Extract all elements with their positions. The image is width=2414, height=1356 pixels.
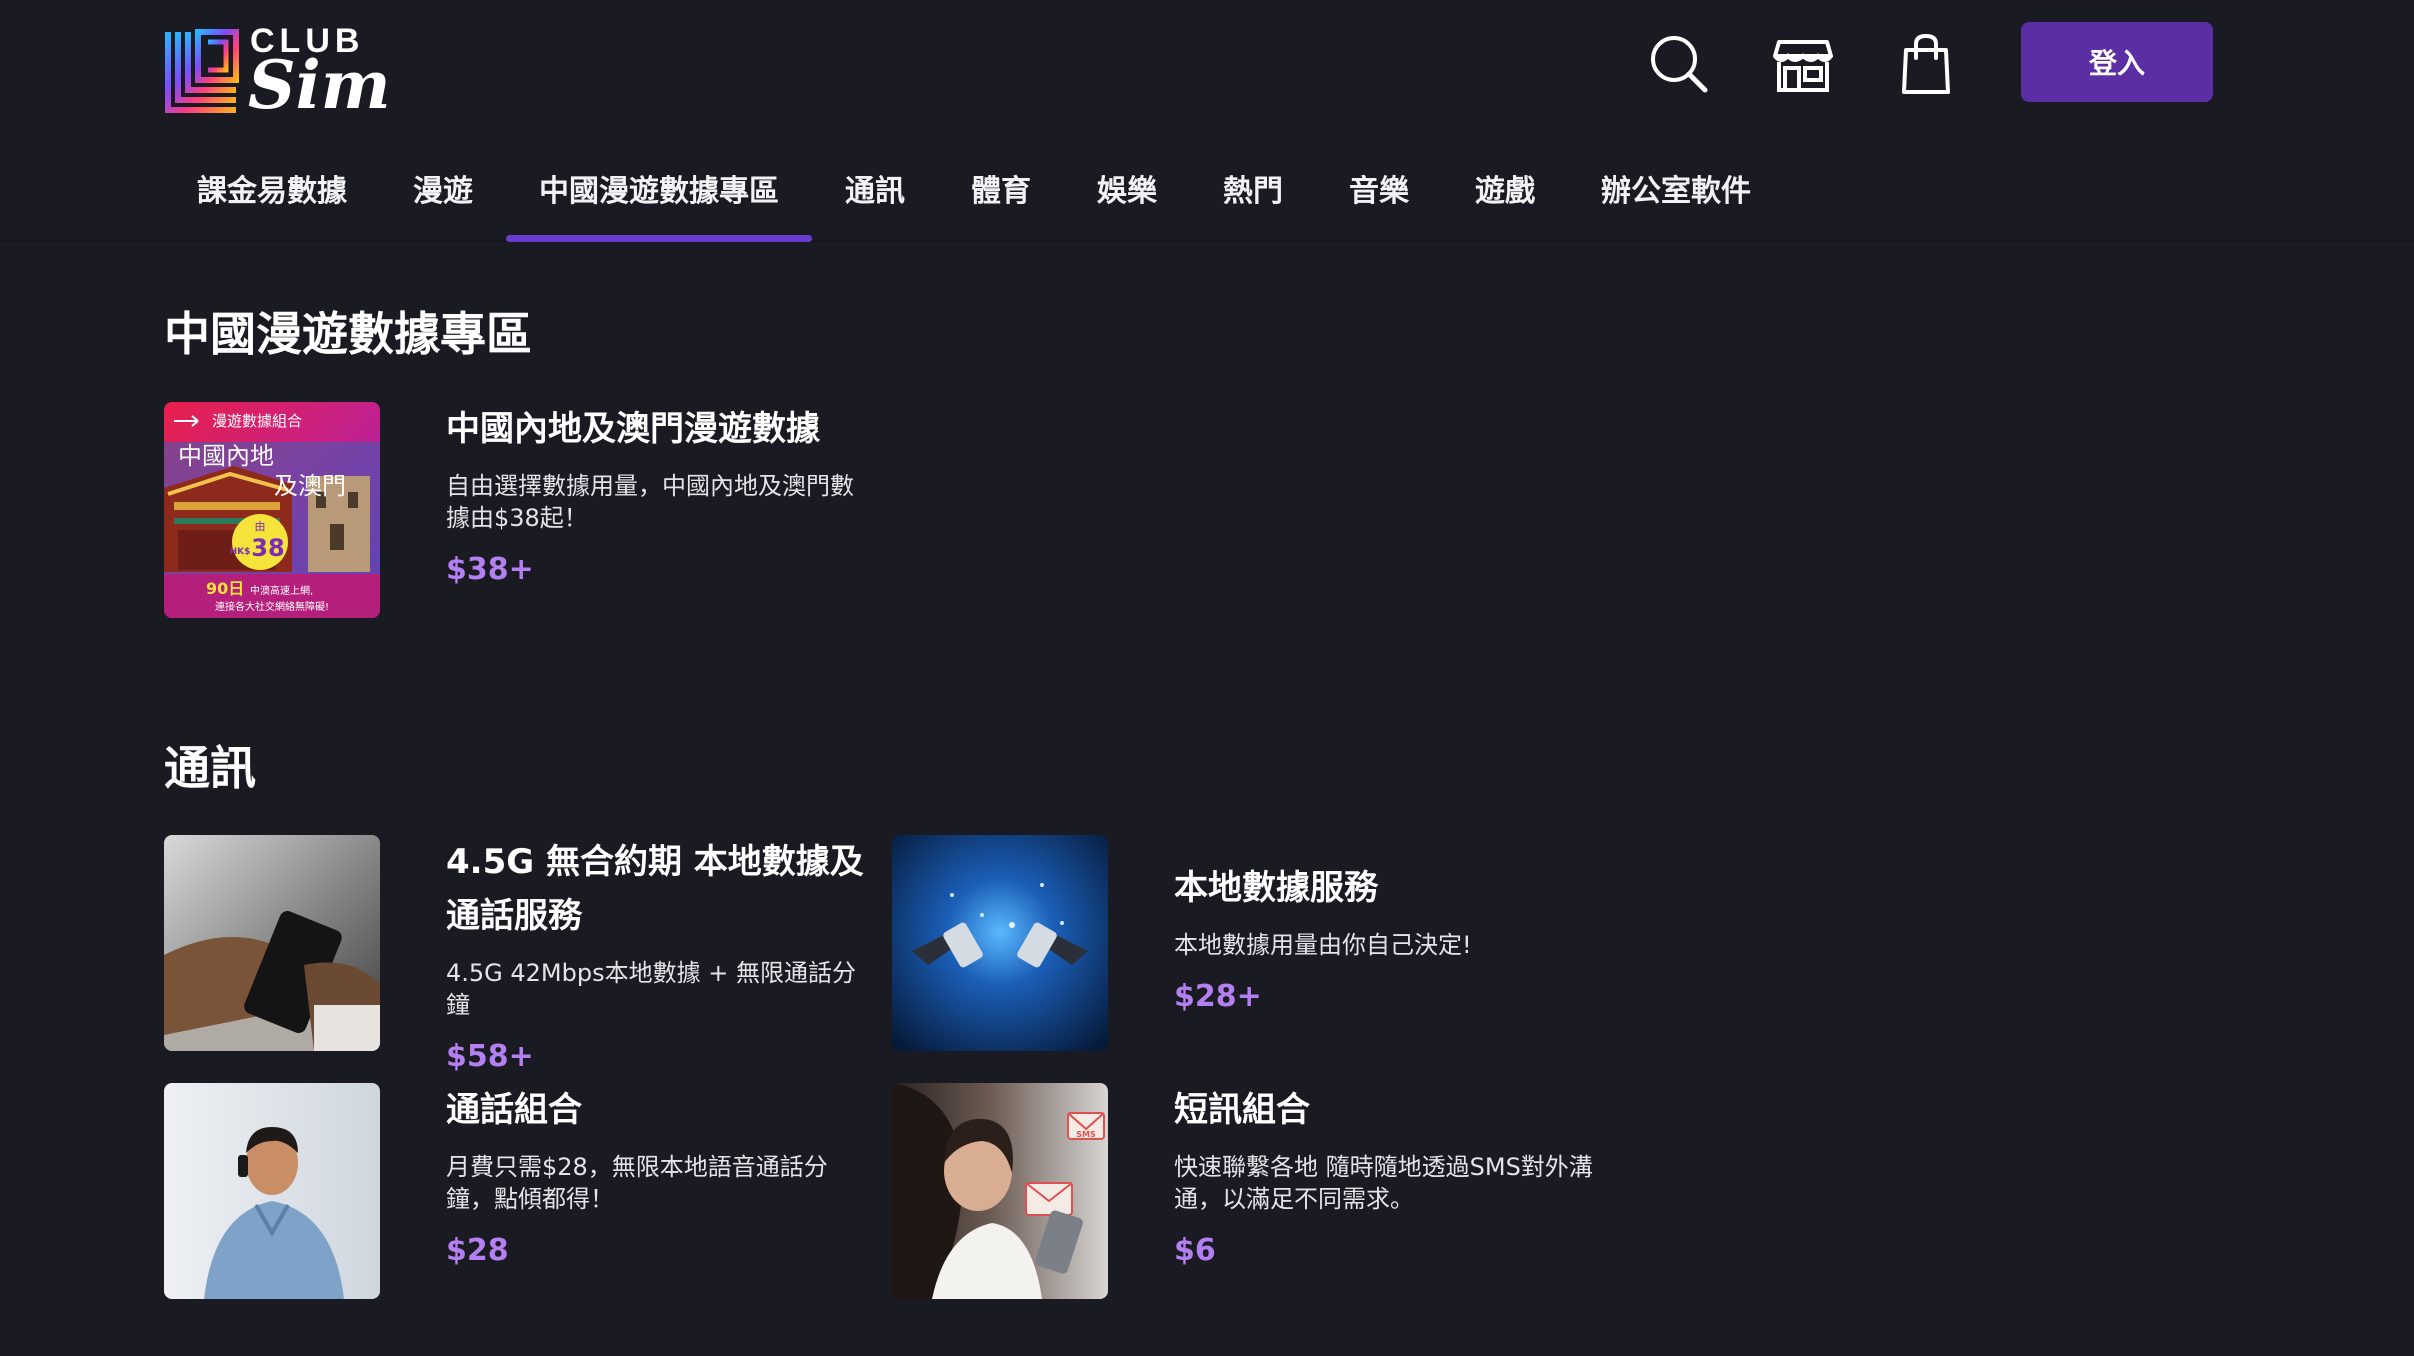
thumb-footer-days: 90日 — [206, 579, 244, 598]
product-title: 通話組合 — [446, 1090, 582, 1130]
thumb-line2: 及澳門 — [274, 472, 346, 500]
club-sim-logo[interactable]: CLUB Sim — [164, 22, 391, 118]
site-header: CLUB Sim 登入 課金易數據 漫遊 中國漫遊數據專區 通訊 體育 娛樂 熱… — [0, 0, 2414, 242]
thumb-sms-label: SMS — [1076, 1130, 1096, 1139]
category-nav: 課金易數據 漫遊 中國漫遊數據專區 通訊 體育 娛樂 熱門 音樂 遊戲 辦公室軟… — [164, 152, 1784, 242]
thumb-badge-unit: HK$ — [230, 547, 251, 557]
nav-tab-roaming[interactable]: 漫遊 — [380, 152, 506, 242]
nav-tab-office-software[interactable]: 辦公室軟件 — [1568, 152, 1784, 242]
product-price: $6 — [1174, 1233, 1216, 1268]
search-button[interactable] — [1647, 32, 1711, 96]
product-price: $38+ — [446, 552, 534, 587]
nav-tab-china-roaming[interactable]: 中國漫遊數據專區 — [506, 152, 812, 242]
thumb-badge-value: 38 — [251, 534, 284, 562]
product-image-china-macau-roaming: 由 HK$ 38 漫遊數據組合 中國內地 及澳門 90日 中澳高速上網, 連接各… — [164, 402, 380, 618]
product-title: 短訊組合 — [1174, 1090, 1310, 1130]
thumb-footer-text2: 連接各大社交網絡無障礙! — [215, 600, 329, 613]
product-price: $28+ — [1174, 979, 1262, 1014]
section-title-china-roaming: 中國漫遊數據專區 — [164, 307, 532, 361]
store-button[interactable] — [1771, 32, 1835, 96]
nav-tab-communication[interactable]: 通訊 — [812, 152, 938, 242]
thumb-line1: 中國內地 — [178, 442, 274, 470]
product-title: 4.5G 無合約期 本地數據及通話服務 — [446, 842, 864, 936]
login-button[interactable]: 登入 — [2021, 22, 2213, 102]
nav-tab-entertainment[interactable]: 娛樂 — [1064, 152, 1190, 242]
product-title: 本地數據服務 — [1174, 868, 1378, 908]
product-image-voice-bundle — [164, 1083, 380, 1299]
product-image-sms-bundle: SMS — [892, 1083, 1108, 1299]
product-card-local-data[interactable]: 本地數據服務 本地數據用量由你自己決定! $28+ — [892, 835, 1592, 1055]
product-card-china-macau-roaming[interactable]: 由 HK$ 38 漫遊數據組合 中國內地 及澳門 90日 中澳高速上網, 連接各… — [164, 402, 864, 622]
product-description: 自由選擇數據用量，中國內地及澳門數據由$38起！ — [446, 472, 854, 532]
product-image-4-5g-data-voice — [164, 835, 380, 1051]
product-description: 快速聯繫各地 隨時隨地透過SMS對外溝通，以滿足不同需求。 — [1174, 1153, 1593, 1213]
search-icon — [1651, 36, 1708, 93]
product-card-body: 本地數據服務 本地數據用量由你自己決定! $28+ — [1174, 861, 1594, 1014]
product-card-body: 4.5G 無合約期 本地數據及通話服務 4.5G 42Mbps本地數據 + 無限… — [446, 835, 866, 1074]
product-card-sms-bundle[interactable]: SMS 短訊組合 快速聯繫各地 隨時隨地透過SMS對外溝通，以滿足不同需求。 $… — [892, 1083, 1594, 1303]
logo-sim-text: Sim — [248, 46, 391, 124]
nav-tab-games[interactable]: 遊戲 — [1442, 152, 1568, 242]
product-description: 月費只需$28，無限本地語音通話分鐘，點傾都得！ — [446, 1153, 828, 1213]
product-description: 4.5G 42Mbps本地數據 + 無限通話分鐘 — [446, 959, 856, 1019]
nav-tab-music[interactable]: 音樂 — [1316, 152, 1442, 242]
product-card-body: 短訊組合 快速聯繫各地 隨時隨地透過SMS對外溝通，以滿足不同需求。 $6 — [1174, 1083, 1594, 1268]
product-price: $58+ — [446, 1039, 534, 1074]
nav-tab-popular[interactable]: 熱門 — [1190, 152, 1316, 242]
nav-tab-bill-data[interactable]: 課金易數據 — [164, 152, 380, 242]
section-title-communication: 通訊 — [164, 741, 256, 795]
product-card-body: 中國內地及澳門漫遊數據 自由選擇數據用量，中國內地及澳門數據由$38起！ $38… — [446, 402, 866, 587]
product-title: 中國內地及澳門漫遊數據 — [446, 409, 820, 449]
store-icon — [1773, 40, 1833, 92]
product-price: $28 — [446, 1233, 509, 1268]
thumb-badge-top: 由 — [255, 519, 266, 533]
product-card-body: 通話組合 月費只需$28，無限本地語音通話分鐘，點傾都得！ $28 — [446, 1083, 866, 1268]
product-card-voice-bundle[interactable]: 通話組合 月費只需$28，無限本地語音通話分鐘，點傾都得！ $28 — [164, 1083, 864, 1303]
thumb-tag: 漫遊數據組合 — [212, 412, 302, 430]
product-image-local-data — [892, 835, 1108, 1051]
product-card-4-5g-data-voice[interactable]: 4.5G 無合約期 本地數據及通話服務 4.5G 42Mbps本地數據 + 無限… — [164, 835, 864, 1074]
cart-button[interactable] — [1894, 32, 1958, 96]
nav-tab-sports[interactable]: 體育 — [938, 152, 1064, 242]
logo-mark-icon — [165, 29, 239, 113]
shopping-bag-icon — [1902, 33, 1950, 94]
thumb-footer-text1: 中澳高速上網, — [250, 584, 313, 597]
product-description: 本地數據用量由你自己決定! — [1174, 931, 1472, 959]
